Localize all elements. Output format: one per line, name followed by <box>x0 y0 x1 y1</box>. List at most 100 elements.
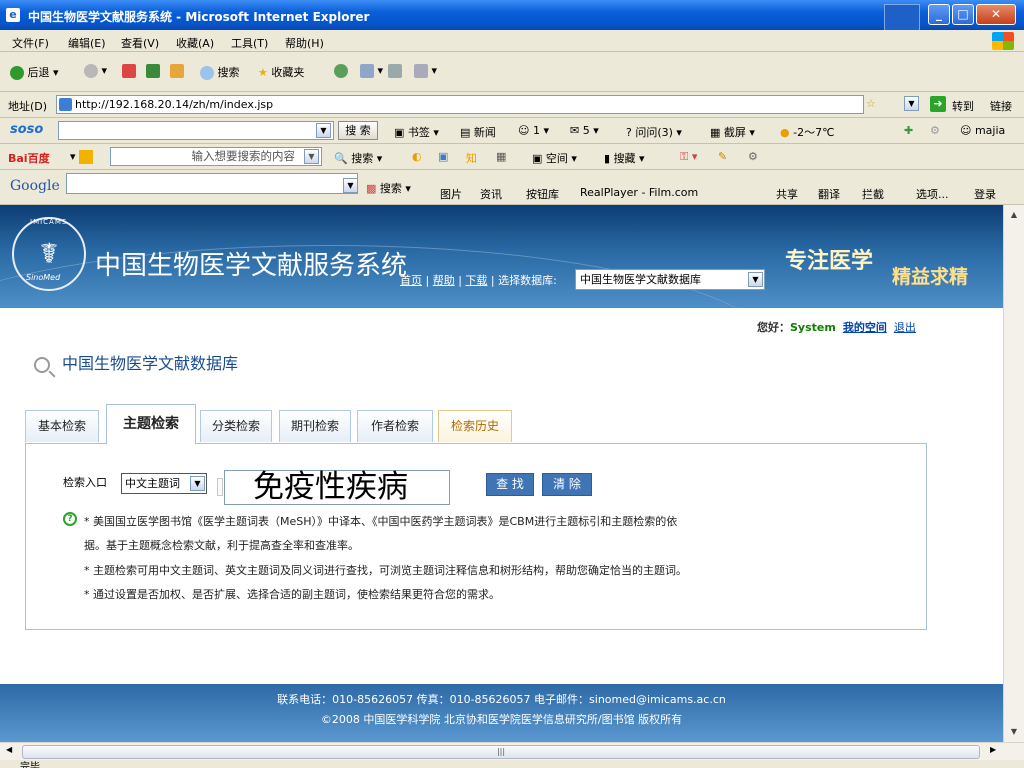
soso-user-button[interactable]: ☺ majia <box>960 124 1005 137</box>
menu-favorites[interactable]: 收藏(A) <box>176 35 214 51</box>
horizontal-scroll-thumb[interactable]: ||| <box>22 745 980 759</box>
baidu-search-input[interactable]: 输入想要搜索的内容 ▼ <box>110 147 322 166</box>
clear-button[interactable]: 清 除 <box>542 473 592 496</box>
address-dropdown-icon[interactable]: ▼ <box>904 96 919 111</box>
baidu-settings-icon[interactable]: ⚙ <box>748 150 758 163</box>
soso-weather-button[interactable]: ● -2～7℃ <box>780 124 834 140</box>
my-space-link[interactable]: 我的空间 <box>843 321 887 334</box>
baidu-icon-b[interactable]: ▣ <box>438 150 448 163</box>
google-search-icon: ▩ <box>366 182 377 195</box>
soso-wenwen-button[interactable]: ? 问问(3) ▾ <box>626 124 682 140</box>
baidu-calc-icon[interactable]: ▦ <box>496 150 506 163</box>
google-translate-button[interactable]: 翻译 <box>818 186 840 202</box>
menu-view[interactable]: 查看(V) <box>121 35 159 51</box>
search-button[interactable]: 搜索 <box>200 64 240 80</box>
home-button[interactable] <box>170 64 184 78</box>
google-search-button[interactable]: ▩ 搜索 ▾ <box>366 180 411 196</box>
database-dropdown-icon[interactable]: ▼ <box>748 272 763 287</box>
find-button[interactable]: 查 找 <box>486 473 534 496</box>
google-search-input[interactable] <box>66 173 358 194</box>
page-title: 中国生物医学文献数据库 <box>34 350 238 374</box>
help-link[interactable]: 帮助 <box>433 274 455 287</box>
maximize-button[interactable]: □ <box>952 4 974 25</box>
google-login-button[interactable]: 登录 <box>974 186 996 202</box>
menu-edit[interactable]: 编辑(E) <box>68 35 106 51</box>
go-arrow-icon[interactable]: ➜ <box>930 96 946 112</box>
address-input[interactable]: http://192.168.20.14/zh/m/index.jsp <box>56 95 864 114</box>
favorites-button[interactable]: ★ 收藏夹 <box>258 64 304 80</box>
mail-button[interactable]: ▾ <box>360 64 383 78</box>
tab-subject-search[interactable]: 主题检索 <box>106 404 196 444</box>
logout-link[interactable]: 退出 <box>894 321 916 334</box>
tab-search-history[interactable]: 检索历史 <box>438 410 512 442</box>
scroll-up-icon[interactable]: ▲ <box>1006 207 1022 223</box>
slogan-excellence: 精益求精 <box>892 266 969 288</box>
google-news-button[interactable]: 资讯 <box>480 186 502 202</box>
soso-screenshot-button[interactable]: ▦ 截屏 ▾ <box>710 124 755 140</box>
google-images-button[interactable]: 图片 <box>440 186 462 202</box>
search-label: 搜索 <box>217 66 240 79</box>
google-buttons-button[interactable]: 按钮库 <box>526 186 559 202</box>
tab-basic-search[interactable]: 基本检索 <box>25 410 99 442</box>
menu-file[interactable]: 文件(F) <box>12 35 49 51</box>
download-link[interactable]: 下载 <box>465 274 487 287</box>
soso-count1-button[interactable]: ☺ 1 ▾ <box>518 124 549 137</box>
entry-dropdown-icon[interactable]: ▼ <box>190 476 205 491</box>
back-button[interactable]: 后退 ▾ <box>10 64 59 80</box>
baidu-collect-button[interactable]: ▮ 搜藏 ▾ <box>604 150 645 166</box>
print-button[interactable] <box>388 64 402 78</box>
minimize-button[interactable]: _ <box>928 4 950 25</box>
database-select[interactable]: 中国生物医学文献数据库 ▼ <box>575 269 765 290</box>
scroll-left-icon[interactable]: ◀ <box>6 745 12 754</box>
tab-author-search[interactable]: 作者检索 <box>357 410 433 442</box>
forward-button[interactable]: ▾ <box>84 64 107 78</box>
close-button[interactable]: ✕ <box>976 4 1016 25</box>
tab-journal-search[interactable]: 期刊检索 <box>279 410 351 442</box>
baidu-icon-a[interactable]: ◐ <box>412 150 422 163</box>
soso-news-button[interactable]: ▤ 新闻 <box>460 124 496 140</box>
baidu-space-button[interactable]: ▣ 空间 ▾ <box>532 150 577 166</box>
soso-bookmark-button[interactable]: ▣ 书签 ▾ <box>394 124 439 140</box>
google-share-button[interactable]: 共享 <box>776 186 798 202</box>
vertical-scrollbar[interactable]: ▲ ▼ <box>1003 205 1024 742</box>
status-bar: 完毕 <box>0 760 1024 768</box>
baidu-dropdown-icon[interactable]: ▼ <box>304 149 319 164</box>
soso-search-input[interactable]: ▼ <box>58 121 334 140</box>
entry-select[interactable]: 中文主题词 ▼ <box>121 473 207 494</box>
scroll-right-icon[interactable]: ▶ <box>990 745 996 754</box>
go-button[interactable]: 转到 <box>952 98 974 114</box>
help-icon[interactable]: ? <box>63 512 77 526</box>
tab-classification-search[interactable]: 分类检索 <box>200 410 272 442</box>
edit-page-button[interactable]: ▾ <box>414 64 437 78</box>
baidu-zhidao-icon[interactable]: 知 <box>466 150 477 166</box>
add-favorite-icon[interactable]: ☆ <box>866 97 876 110</box>
refresh-button[interactable] <box>146 64 160 78</box>
baidu-search-button[interactable]: 🔍 搜索 ▾ <box>334 150 382 166</box>
home-link[interactable]: 首页 <box>400 274 422 287</box>
menu-help[interactable]: 帮助(H) <box>285 35 324 51</box>
subject-query-input[interactable]: 免疫性疾病 <box>217 470 450 505</box>
scroll-down-icon[interactable]: ▼ <box>1006 724 1022 740</box>
horizontal-scrollbar[interactable]: ◀ ||| ▶ <box>0 742 1024 760</box>
google-block-button[interactable]: 拦截 <box>862 186 884 202</box>
soso-mail-button[interactable]: ✉ 5 ▾ <box>570 124 599 137</box>
baidu-menu-dropdown[interactable]: ▾ <box>70 150 94 164</box>
baidu-icon-c[interactable]: ⚿ ▾ <box>680 150 697 164</box>
soso-settings-icon[interactable]: ⚙ <box>930 124 940 137</box>
google-options-button[interactable]: 选项... <box>916 186 949 202</box>
links-button[interactable]: 链接 <box>990 98 1012 114</box>
soso-dropdown-icon[interactable]: ▼ <box>316 123 331 138</box>
soso-add-icon[interactable]: ✚ <box>904 124 913 137</box>
soso-logo: soso <box>10 122 44 137</box>
soso-search-button[interactable]: 搜 索 <box>338 121 378 140</box>
stop-button[interactable] <box>122 64 136 78</box>
soso-toolbar: soso ▼ 搜 索 ▣ 书签 ▾ ▤ 新闻 ☺ 1 ▾ ✉ 5 ▾ ? 问问(… <box>0 118 1024 144</box>
google-dropdown-icon[interactable]: ▼ <box>343 178 358 193</box>
baidu-pen-icon[interactable]: ✎ <box>718 150 727 163</box>
history-button[interactable] <box>334 64 348 78</box>
google-realplayer-button[interactable]: RealPlayer - Film.com <box>580 186 698 199</box>
window-titlebar: e 中国生物医学文献服务系统 - Microsoft Internet Expl… <box>0 0 1024 30</box>
favorites-label: 收藏夹 <box>271 66 305 79</box>
menu-tools[interactable]: 工具(T) <box>231 35 268 51</box>
mail-icon <box>360 64 374 78</box>
